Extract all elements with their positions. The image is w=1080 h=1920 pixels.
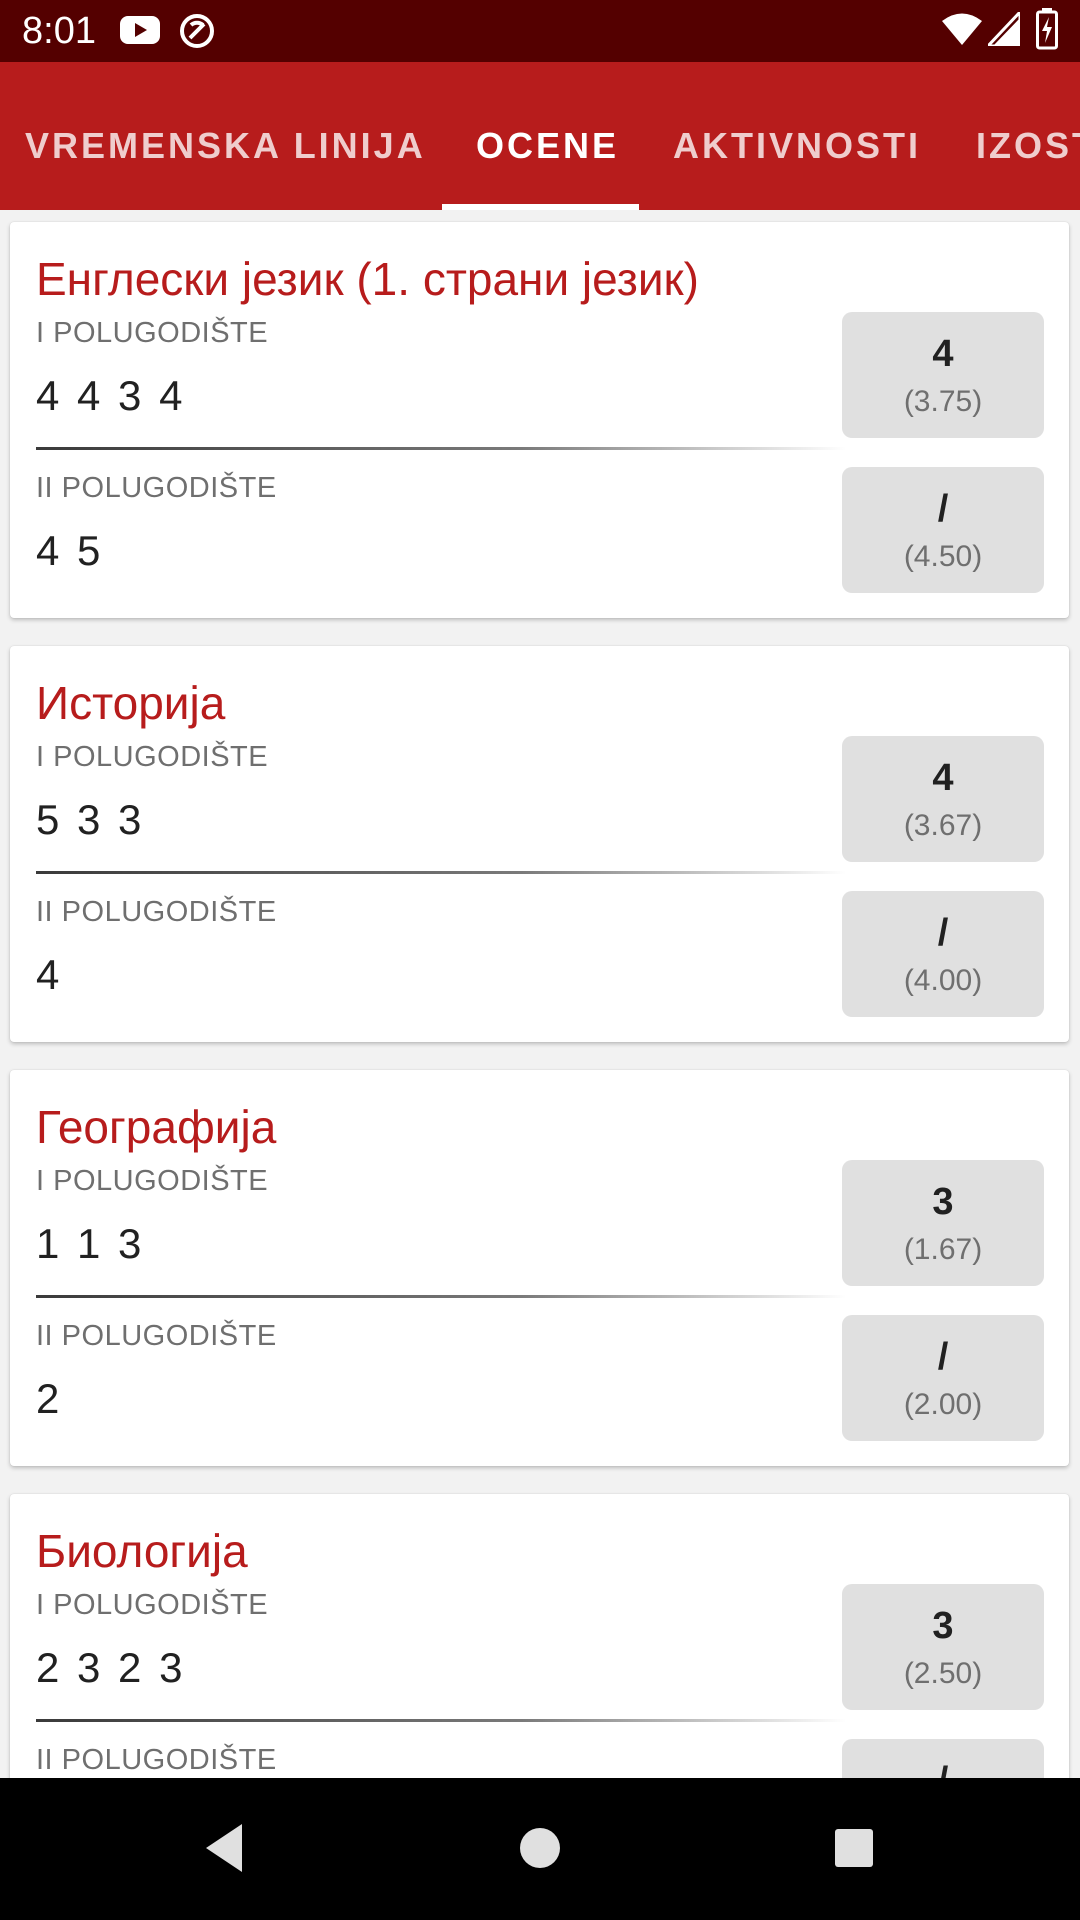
final-grade-box: 3 (1.67) — [842, 1160, 1044, 1286]
final-grade: / — [937, 488, 949, 530]
average-grade: (4.00) — [903, 964, 983, 997]
average-grade: (3.67) — [903, 809, 983, 842]
term-label: I POLUGODIŠTE — [36, 1165, 269, 1197]
average-grade: (2.00) — [903, 1388, 983, 1421]
back-icon[interactable] — [200, 1820, 250, 1881]
tab-absences[interactable]: IZOSTANCI — [976, 124, 1080, 210]
grades-list-values: 2 3 2 3 — [36, 1644, 186, 1691]
final-grade-box: 4 (3.75) — [842, 312, 1044, 438]
subject-card[interactable]: Географија I POLUGODIŠTE 1 1 3 II POLUGO… — [10, 1070, 1069, 1466]
final-grade-box: / (4.50) — [842, 467, 1044, 593]
grades-list-values: 4 5 — [36, 527, 104, 574]
status-time: 8:01 — [22, 10, 96, 52]
final-grade: / — [937, 912, 949, 954]
grades-list-values: 5 3 3 — [36, 796, 145, 843]
term-label: I POLUGODIŠTE — [36, 317, 269, 349]
final-grade-box: / (4.00) — [842, 891, 1044, 1017]
final-grade: / — [937, 1336, 949, 1378]
term-label: II POLUGODIŠTE — [36, 472, 277, 504]
subject-title: Енглески језик (1. страни језик) — [36, 253, 699, 305]
signal-icon — [984, 8, 1022, 51]
youtube-icon — [120, 14, 160, 51]
term-divider — [36, 1719, 846, 1722]
final-grade: 4 — [932, 757, 954, 799]
subject-title: Биологија — [36, 1525, 248, 1577]
final-grade-box: 4 (3.67) — [842, 736, 1044, 862]
tab-grades[interactable]: OCENE — [476, 124, 619, 210]
wifi-icon — [942, 12, 982, 51]
grades-list-values: 4 4 3 4 — [36, 372, 186, 419]
term-label: II POLUGODIŠTE — [36, 1744, 277, 1776]
grades-list-values: 4 — [36, 951, 63, 998]
grades-list-values: 1 1 3 — [36, 1220, 145, 1267]
subject-card[interactable]: Енглески језик (1. страни језик) I POLUG… — [10, 222, 1069, 618]
term-label: I POLUGODIŠTE — [36, 1589, 269, 1621]
term-divider — [36, 871, 846, 874]
navigation-bar — [0, 1778, 1080, 1920]
grades-list-values: 2 — [36, 1375, 63, 1422]
recents-icon[interactable] — [828, 1820, 880, 1881]
average-grade: (2.50) — [903, 1657, 983, 1690]
average-grade: (4.50) — [903, 540, 983, 573]
tab-bar: VREMENSKA LINIJA OCENE AKTIVNOSTI IZOSTA… — [0, 62, 1080, 210]
term-label: II POLUGODIŠTE — [36, 1320, 277, 1352]
final-grade-box: 3 (2.50) — [842, 1584, 1044, 1710]
status-bar: 8:01 — [0, 0, 1080, 62]
notification-icon — [178, 12, 216, 55]
subject-title: Историја — [36, 677, 226, 729]
final-grade-box: / — [842, 1739, 1044, 1778]
term-divider — [36, 1295, 846, 1298]
average-grade: (1.67) — [903, 1233, 983, 1266]
subject-card[interactable]: Историја I POLUGODIŠTE 5 3 3 II POLUGODI… — [10, 646, 1069, 1042]
final-grade: 3 — [932, 1181, 954, 1223]
final-grade: 3 — [932, 1605, 954, 1647]
final-grade-box: / (2.00) — [842, 1315, 1044, 1441]
subject-card[interactable]: Биологија I POLUGODIŠTE 2 3 2 3 II POLUG… — [10, 1494, 1069, 1778]
term-label: II POLUGODIŠTE — [36, 896, 277, 928]
final-grade: 4 — [932, 333, 954, 375]
average-grade: (3.75) — [903, 385, 983, 418]
grades-list[interactable]: Енглески језик (1. страни језик) I POLUG… — [0, 210, 1080, 1778]
term-label: I POLUGODIŠTE — [36, 741, 269, 773]
tab-activities[interactable]: AKTIVNOSTI — [673, 124, 921, 210]
subject-title: Географија — [36, 1101, 277, 1153]
battery-charging-icon — [1036, 8, 1058, 55]
term-divider — [36, 447, 846, 450]
final-grade: / — [842, 1759, 1044, 1778]
home-icon[interactable] — [514, 1820, 566, 1881]
tab-timeline[interactable]: VREMENSKA LINIJA — [25, 124, 426, 210]
